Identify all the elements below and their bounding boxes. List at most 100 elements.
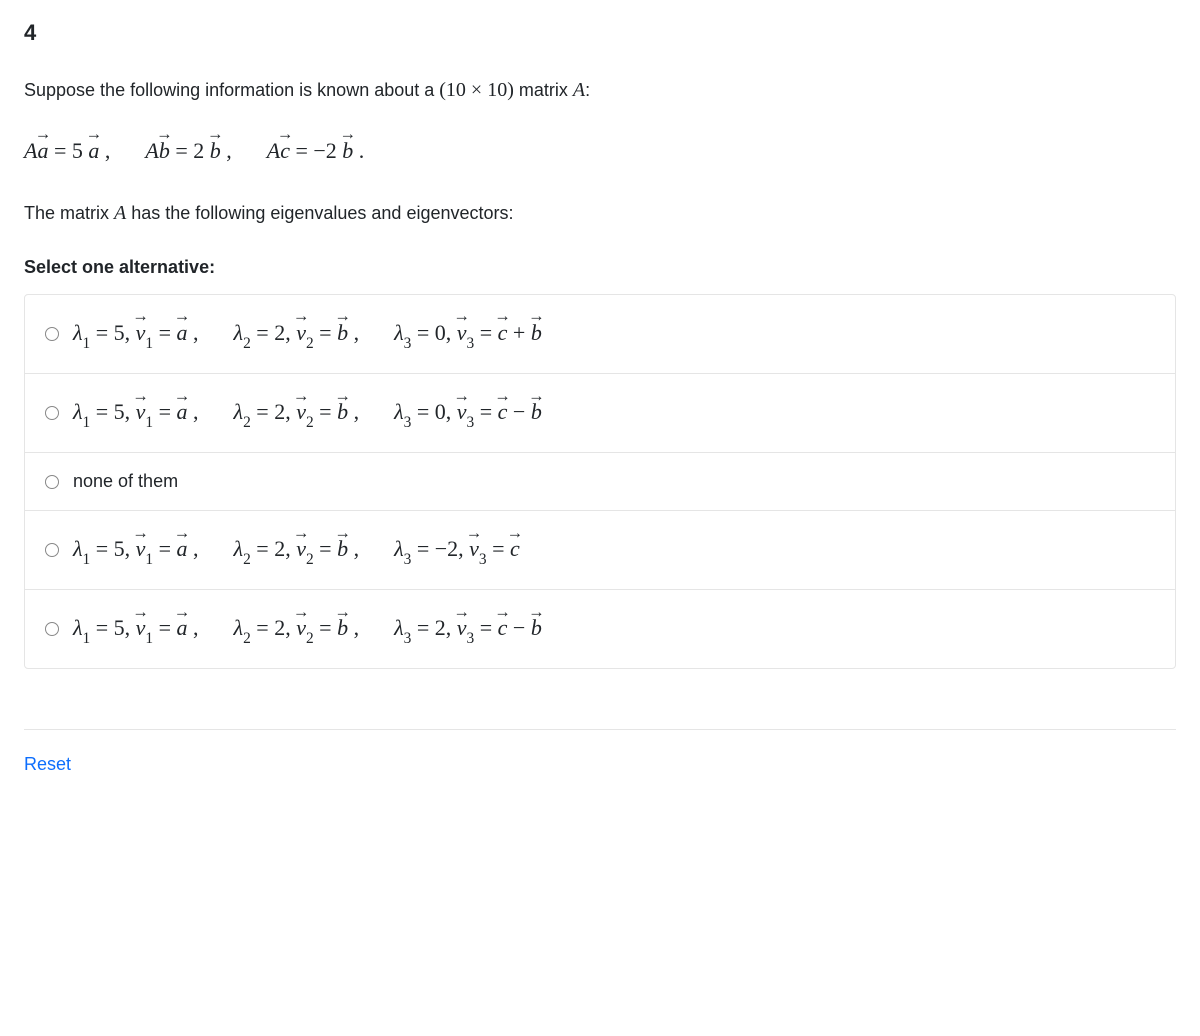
v: v	[136, 392, 146, 432]
option-5[interactable]: λ1 = 5, v1 = a , λ2 = 2, v2 = b , λ3 = 2…	[25, 590, 1175, 668]
matrix-dim: (10 × 10)	[439, 79, 514, 101]
options-list: λ1 = 5, v1 = a , λ2 = 2, v2 = b , λ3 = 0…	[24, 294, 1176, 669]
lambda: λ	[73, 320, 83, 345]
question-prompt: Suppose the following information is kno…	[24, 74, 1176, 106]
option-1-text: λ1 = 5, v1 = a , λ2 = 2, v2 = b , λ3 = 0…	[73, 313, 542, 355]
lambda: λ	[73, 399, 83, 424]
radio-icon[interactable]	[45, 622, 59, 636]
sub: 1	[83, 551, 91, 568]
eq3-rhs-vec: b	[342, 134, 353, 167]
lambda: λ	[394, 536, 404, 561]
v: v	[457, 392, 467, 432]
vec: c	[510, 529, 520, 569]
sub: 1	[83, 630, 91, 647]
sub: 3	[404, 551, 412, 568]
radio-icon[interactable]	[45, 543, 59, 557]
eq2-eq: = 2	[170, 138, 204, 163]
line2-post: has the following eigenvalues and eigenv…	[126, 203, 513, 223]
sub: 3	[467, 414, 475, 431]
radio-icon[interactable]	[45, 475, 59, 489]
lambda: λ	[234, 536, 244, 561]
vec: b	[337, 313, 348, 353]
lambda: λ	[73, 615, 83, 640]
sub: 2	[243, 630, 251, 647]
option-3-text: none of them	[73, 471, 178, 492]
option-4-text: λ1 = 5, v1 = a , λ2 = 2, v2 = b , λ3 = −…	[73, 529, 520, 571]
sub: 2	[306, 551, 314, 568]
eq: = 0,	[411, 399, 456, 424]
v: v	[457, 313, 467, 353]
sub: 3	[404, 630, 412, 647]
sub: 3	[467, 630, 475, 647]
lambda: λ	[234, 615, 244, 640]
v: v	[136, 608, 146, 648]
option-2[interactable]: λ1 = 5, v1 = a , λ2 = 2, v2 = b , λ3 = 0…	[25, 374, 1175, 453]
eq: = 0,	[411, 320, 456, 345]
v: v	[469, 529, 479, 569]
question-number: 4	[24, 20, 1176, 46]
v: v	[296, 529, 306, 569]
v: v	[296, 313, 306, 353]
v: v	[296, 392, 306, 432]
option-5-text: λ1 = 5, v1 = a , λ2 = 2, v2 = b , λ3 = 2…	[73, 608, 542, 650]
reset-row: Reset	[24, 729, 1176, 775]
vec: b	[531, 313, 542, 353]
lambda: λ	[73, 536, 83, 561]
eq1-lhs-vec: a	[37, 134, 48, 167]
eq: = 2,	[411, 615, 456, 640]
sub: 3	[404, 414, 412, 431]
sub: 3	[479, 551, 487, 568]
radio-icon[interactable]	[45, 327, 59, 341]
eq: = 5,	[90, 615, 135, 640]
prompt-post: :	[585, 80, 590, 100]
vec: a	[177, 529, 188, 569]
eq: = −2,	[411, 536, 469, 561]
sub: 1	[83, 335, 91, 352]
option-4[interactable]: λ1 = 5, v1 = a , λ2 = 2, v2 = b , λ3 = −…	[25, 511, 1175, 590]
radio-icon[interactable]	[45, 406, 59, 420]
sub: 3	[404, 335, 412, 352]
v: v	[136, 313, 146, 353]
eq2-lhs-vec: b	[159, 134, 170, 167]
option-2-text: λ1 = 5, v1 = a , λ2 = 2, v2 = b , λ3 = 0…	[73, 392, 542, 434]
line2-pre: The matrix	[24, 203, 114, 223]
eq: = 2,	[251, 615, 296, 640]
vec: a	[177, 313, 188, 353]
eq1-eq: = 5	[48, 138, 82, 163]
vec: b	[337, 608, 348, 648]
prompt-mid: matrix	[514, 80, 573, 100]
lambda: λ	[394, 399, 404, 424]
line2-matrix: A	[114, 202, 126, 224]
vec: c	[498, 392, 508, 432]
sub: 2	[243, 335, 251, 352]
eq3-eq: = −2	[290, 138, 337, 163]
vec: a	[177, 392, 188, 432]
eq: = 2,	[251, 536, 296, 561]
line2: The matrix A has the following eigenvalu…	[24, 197, 1176, 229]
sub: 1	[145, 630, 153, 647]
sub: 2	[306, 414, 314, 431]
vec: b	[531, 608, 542, 648]
vec: b	[337, 529, 348, 569]
option-3[interactable]: none of them	[25, 453, 1175, 511]
eq: = 2,	[251, 399, 296, 424]
eq: = 5,	[90, 320, 135, 345]
v: v	[457, 608, 467, 648]
given-equations: Aa = 5 a , Ab = 2 b , Ac = −2 b .	[24, 134, 1176, 167]
option-1[interactable]: λ1 = 5, v1 = a , λ2 = 2, v2 = b , λ3 = 0…	[25, 295, 1175, 374]
sub: 1	[145, 414, 153, 431]
lambda: λ	[234, 320, 244, 345]
eq3-lhs-vec: c	[280, 134, 290, 167]
lambda: λ	[394, 320, 404, 345]
vec: c	[498, 313, 508, 353]
select-label: Select one alternative:	[24, 257, 1176, 278]
vec: b	[337, 392, 348, 432]
vec: b	[531, 392, 542, 432]
sub: 2	[306, 630, 314, 647]
sub: 1	[145, 335, 153, 352]
sub: 2	[306, 335, 314, 352]
sub: 2	[243, 551, 251, 568]
reset-button[interactable]: Reset	[24, 754, 71, 774]
eq1-rhs-vec: a	[88, 134, 99, 167]
eq: = 5,	[90, 399, 135, 424]
